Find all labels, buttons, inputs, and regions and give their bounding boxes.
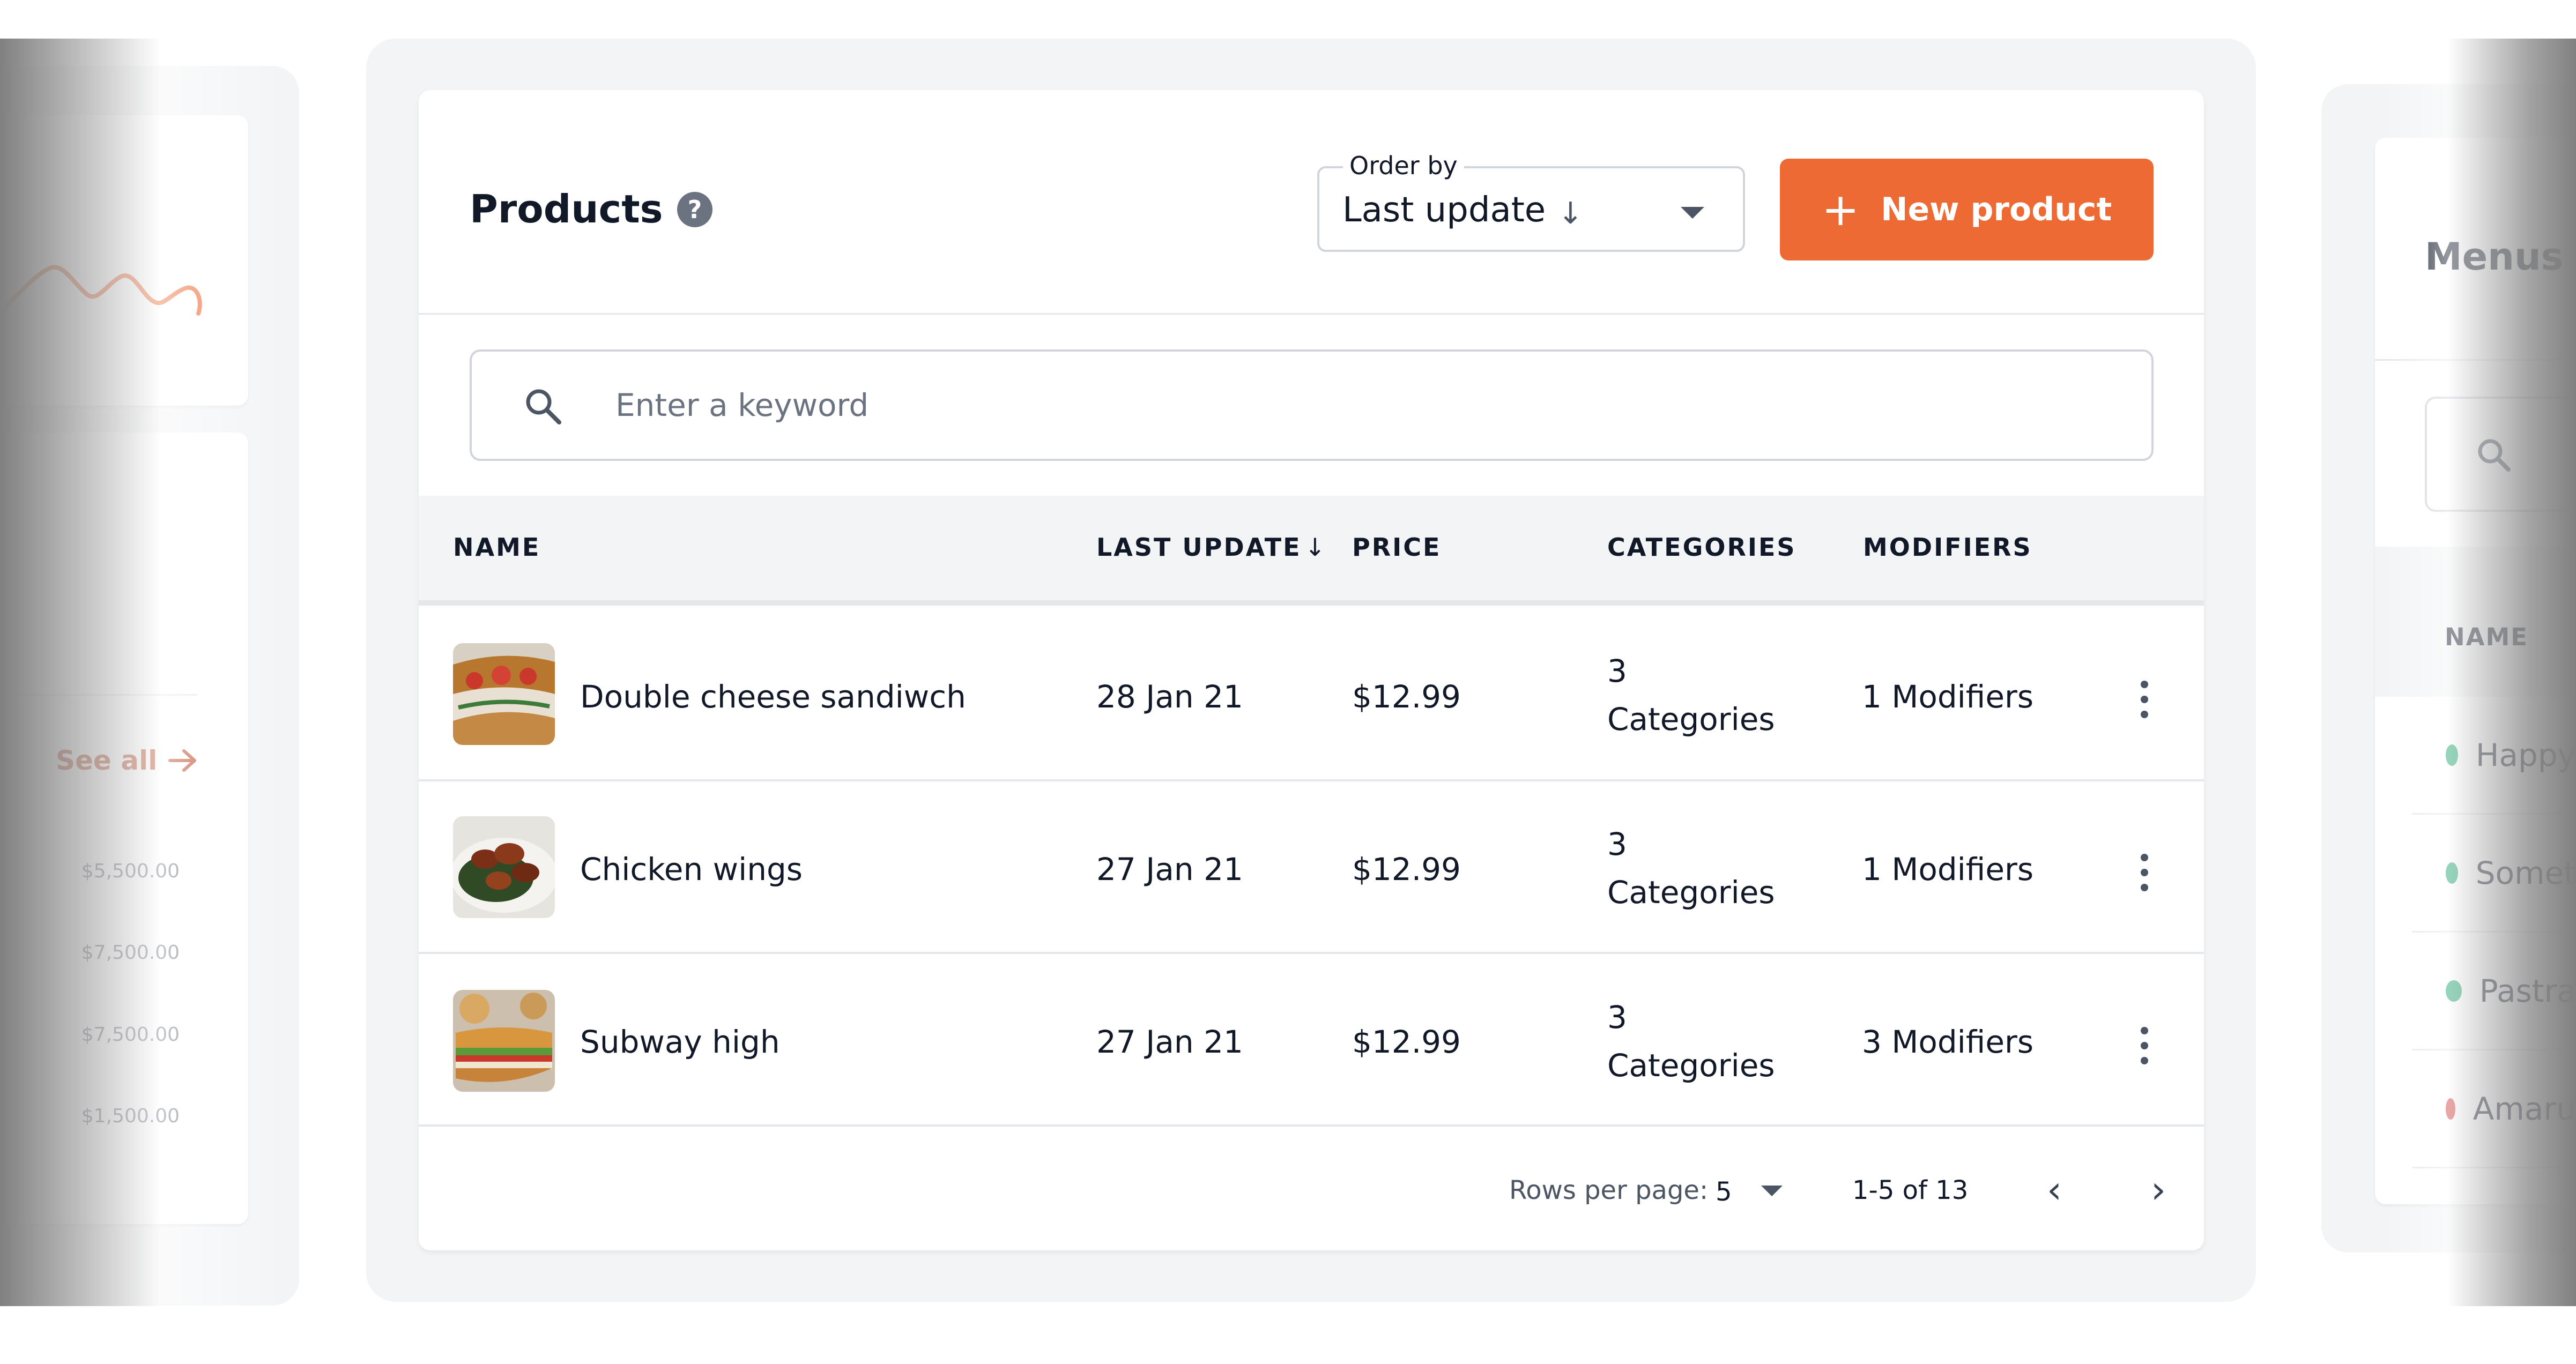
column-header-categories[interactable]: CATEGORIES bbox=[1607, 533, 1796, 562]
categories-word: Categories bbox=[1607, 701, 1775, 737]
search-icon bbox=[526, 389, 561, 424]
menu-row[interactable]: Pastra bbox=[2412, 933, 2576, 1050]
column-header-modifiers[interactable]: MODIFIERS bbox=[1863, 533, 2032, 562]
wings-photo bbox=[453, 816, 555, 918]
column-header-last-update[interactable]: LAST UPDATE ↓ bbox=[1096, 533, 1325, 562]
last-update: 27 Jan 21 bbox=[1096, 1024, 1243, 1060]
page-margin bbox=[0, 0, 2576, 39]
see-all-link[interactable]: See all bbox=[56, 745, 198, 776]
menus-search-input[interactable] bbox=[2425, 397, 2576, 512]
categories-word: Categories bbox=[1607, 874, 1775, 911]
trend-line bbox=[4, 265, 202, 316]
left-chart-card bbox=[4, 115, 248, 406]
help-icon[interactable]: ? bbox=[677, 192, 712, 227]
categories-count: 3 Categories bbox=[1607, 993, 1775, 1090]
menu-name: Happy bbox=[2475, 736, 2576, 773]
rows-per-page-label: Rows per page: bbox=[1509, 1175, 1709, 1205]
status-dot bbox=[2446, 862, 2458, 884]
price: $12.99 bbox=[1352, 851, 1461, 888]
menus-title: Menus bbox=[2425, 235, 2564, 279]
axis-value: $7,500.00 bbox=[81, 1024, 180, 1046]
menu-row[interactable]: Amaru bbox=[2412, 1050, 2576, 1168]
menu-row[interactable]: Happy bbox=[2412, 697, 2576, 815]
search-input[interactable] bbox=[615, 386, 2117, 424]
categories-count: 3 Categories bbox=[1607, 647, 1775, 743]
pagination-range: 1-5 of 13 bbox=[1852, 1175, 1969, 1205]
column-header-label: LAST UPDATE bbox=[1096, 533, 1302, 562]
divider bbox=[4, 694, 197, 696]
price: $12.99 bbox=[1352, 1024, 1461, 1060]
rows-per-page-select[interactable]: 5 bbox=[1716, 1177, 1732, 1207]
categories-number: 3 bbox=[1607, 999, 1627, 1035]
arrow-down-icon: ↓ bbox=[1558, 196, 1583, 231]
column-header-name[interactable]: NAME bbox=[453, 533, 540, 562]
caret-down-icon[interactable] bbox=[1681, 207, 1704, 219]
categories-count: 3 Categories bbox=[1607, 820, 1775, 916]
divider bbox=[419, 313, 2204, 315]
menu-row[interactable]: Somet bbox=[2412, 815, 2576, 933]
product-name: Chicken wings bbox=[580, 851, 803, 888]
prev-page-icon[interactable]: ‹ bbox=[2047, 1168, 2062, 1211]
caret-down-icon[interactable] bbox=[1761, 1186, 1783, 1196]
page-title: Products bbox=[470, 187, 663, 232]
menu-name: Somet bbox=[2475, 854, 2576, 891]
menu-name: Amaru bbox=[2473, 1090, 2576, 1127]
product-name: Subway high bbox=[580, 1024, 780, 1060]
next-page-icon[interactable]: › bbox=[2151, 1168, 2166, 1211]
menu-name: Pastra bbox=[2479, 972, 2576, 1009]
more-vert-icon[interactable] bbox=[2141, 681, 2148, 718]
more-vert-icon[interactable] bbox=[2141, 854, 2148, 891]
modifiers-count: 3 Modifiers bbox=[1862, 1024, 2034, 1060]
product-name: Double cheese sandiwch bbox=[580, 679, 966, 715]
order-by-label: Order by bbox=[1343, 151, 1464, 180]
sort-desc-icon: ↓ bbox=[1304, 533, 1326, 562]
last-update: 28 Jan 21 bbox=[1096, 679, 1243, 715]
column-header-price[interactable]: PRICE bbox=[1352, 533, 1441, 562]
arrow-right-icon bbox=[168, 749, 197, 772]
sub-photo bbox=[453, 990, 555, 1092]
sandwich-photo bbox=[453, 643, 555, 745]
last-update: 27 Jan 21 bbox=[1096, 851, 1243, 888]
column-header-name: NAME bbox=[2445, 623, 2529, 651]
axis-value: $7,500.00 bbox=[81, 942, 180, 964]
menus-table-header bbox=[2375, 547, 2576, 697]
modifiers-count: 1 Modifiers bbox=[1862, 679, 2034, 715]
search-icon bbox=[2478, 439, 2511, 472]
page-margin bbox=[0, 1306, 2576, 1364]
categories-number: 3 bbox=[1607, 653, 1627, 689]
new-product-button[interactable]: + New product bbox=[1780, 159, 2154, 260]
status-dot bbox=[2446, 744, 2458, 766]
categories-number: 3 bbox=[1607, 826, 1627, 862]
categories-word: Categories bbox=[1607, 1047, 1775, 1084]
divider bbox=[2375, 359, 2576, 361]
status-dot bbox=[2446, 1098, 2455, 1120]
status-dot bbox=[2446, 980, 2462, 1002]
modifiers-count: 1 Modifiers bbox=[1862, 851, 2034, 888]
plus-icon: + bbox=[1821, 183, 1860, 236]
price: $12.99 bbox=[1352, 679, 1461, 715]
axis-value: $1,500.00 bbox=[81, 1105, 180, 1127]
axis-value: $5,500.00 bbox=[81, 860, 180, 882]
see-all-label: See all bbox=[56, 745, 158, 776]
new-product-label: New product bbox=[1881, 191, 2112, 228]
more-vert-icon[interactable] bbox=[2141, 1027, 2148, 1064]
order-by-value: Last update bbox=[1342, 190, 1546, 230]
